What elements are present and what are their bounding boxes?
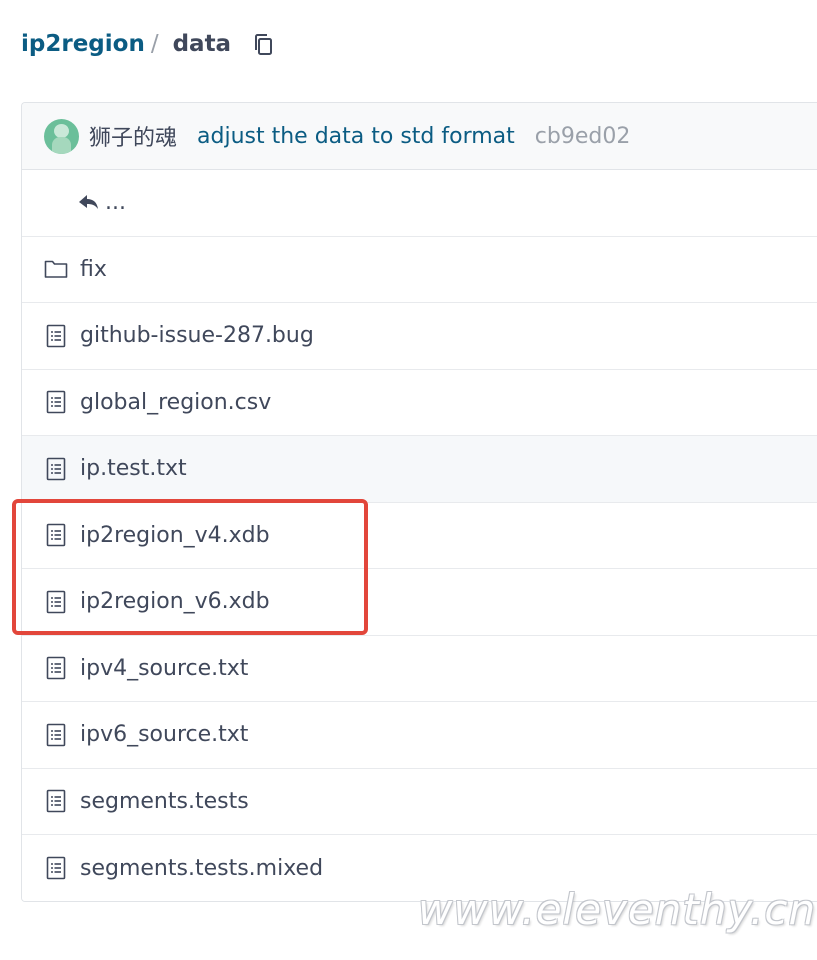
file-name-link[interactable]: segments.tests [80, 789, 249, 814]
folder-name-link[interactable]: fix [80, 257, 107, 282]
file-icon [44, 590, 68, 614]
file-icon [44, 789, 68, 813]
parent-directory-label[interactable]: ... [105, 190, 126, 215]
latest-commit-bar: 狮子的魂 adjust the data to std format cb9ed… [22, 103, 817, 170]
file-name-link[interactable]: ip2region_v4.xdb [80, 523, 270, 548]
file-row[interactable]: ip2region_v4.xdb [22, 502, 817, 569]
file-name-link[interactable]: ipv6_source.txt [80, 722, 248, 747]
file-icon [44, 457, 68, 481]
avatar-icon[interactable] [44, 118, 79, 154]
file-list-box: 狮子的魂 adjust the data to std format cb9ed… [21, 102, 817, 902]
file-name-link[interactable]: global_region.csv [80, 390, 271, 415]
file-row[interactable]: github-issue-287.bug [22, 303, 817, 370]
commit-sha-link[interactable]: cb9ed02 [535, 124, 631, 149]
watermark: www.eleventhy.cn [418, 885, 817, 934]
file-row[interactable]: global_region.csv [22, 369, 817, 436]
file-row[interactable]: ip2region_v6.xdb [22, 569, 817, 636]
breadcrumb-separator: / [150, 31, 159, 57]
file-row[interactable]: ipv6_source.txt [22, 702, 817, 769]
breadcrumb-current-dir: data [172, 31, 232, 57]
file-icon [44, 723, 68, 747]
folder-row[interactable]: fix [22, 236, 817, 303]
file-icon [44, 656, 68, 680]
parent-directory-row[interactable]: ... [22, 170, 817, 237]
file-name-link[interactable]: ipv4_source.txt [80, 656, 248, 681]
commit-message-link[interactable]: adjust the data to std format [197, 124, 515, 149]
folder-icon [44, 257, 68, 281]
copy-icon [255, 34, 273, 55]
file-name-link[interactable]: ip.test.txt [80, 456, 187, 481]
file-row[interactable]: segments.tests [22, 768, 817, 835]
file-name-link[interactable]: github-issue-287.bug [80, 323, 314, 348]
file-row[interactable]: ip.test.txt [22, 436, 817, 503]
return-arrow-icon [77, 191, 101, 215]
breadcrumb: ip2region / data [21, 27, 277, 61]
file-name-link[interactable]: segments.tests.mixed [80, 856, 323, 881]
commit-author[interactable]: 狮子的魂 [89, 120, 177, 152]
breadcrumb-repo-link[interactable]: ip2region [21, 31, 145, 57]
file-icon [44, 390, 68, 414]
file-name-link[interactable]: ip2region_v6.xdb [80, 589, 270, 614]
copy-path-button[interactable] [251, 29, 277, 59]
file-icon [44, 523, 68, 547]
file-row[interactable]: ipv4_source.txt [22, 635, 817, 702]
file-icon [44, 856, 68, 880]
file-icon [44, 324, 68, 348]
